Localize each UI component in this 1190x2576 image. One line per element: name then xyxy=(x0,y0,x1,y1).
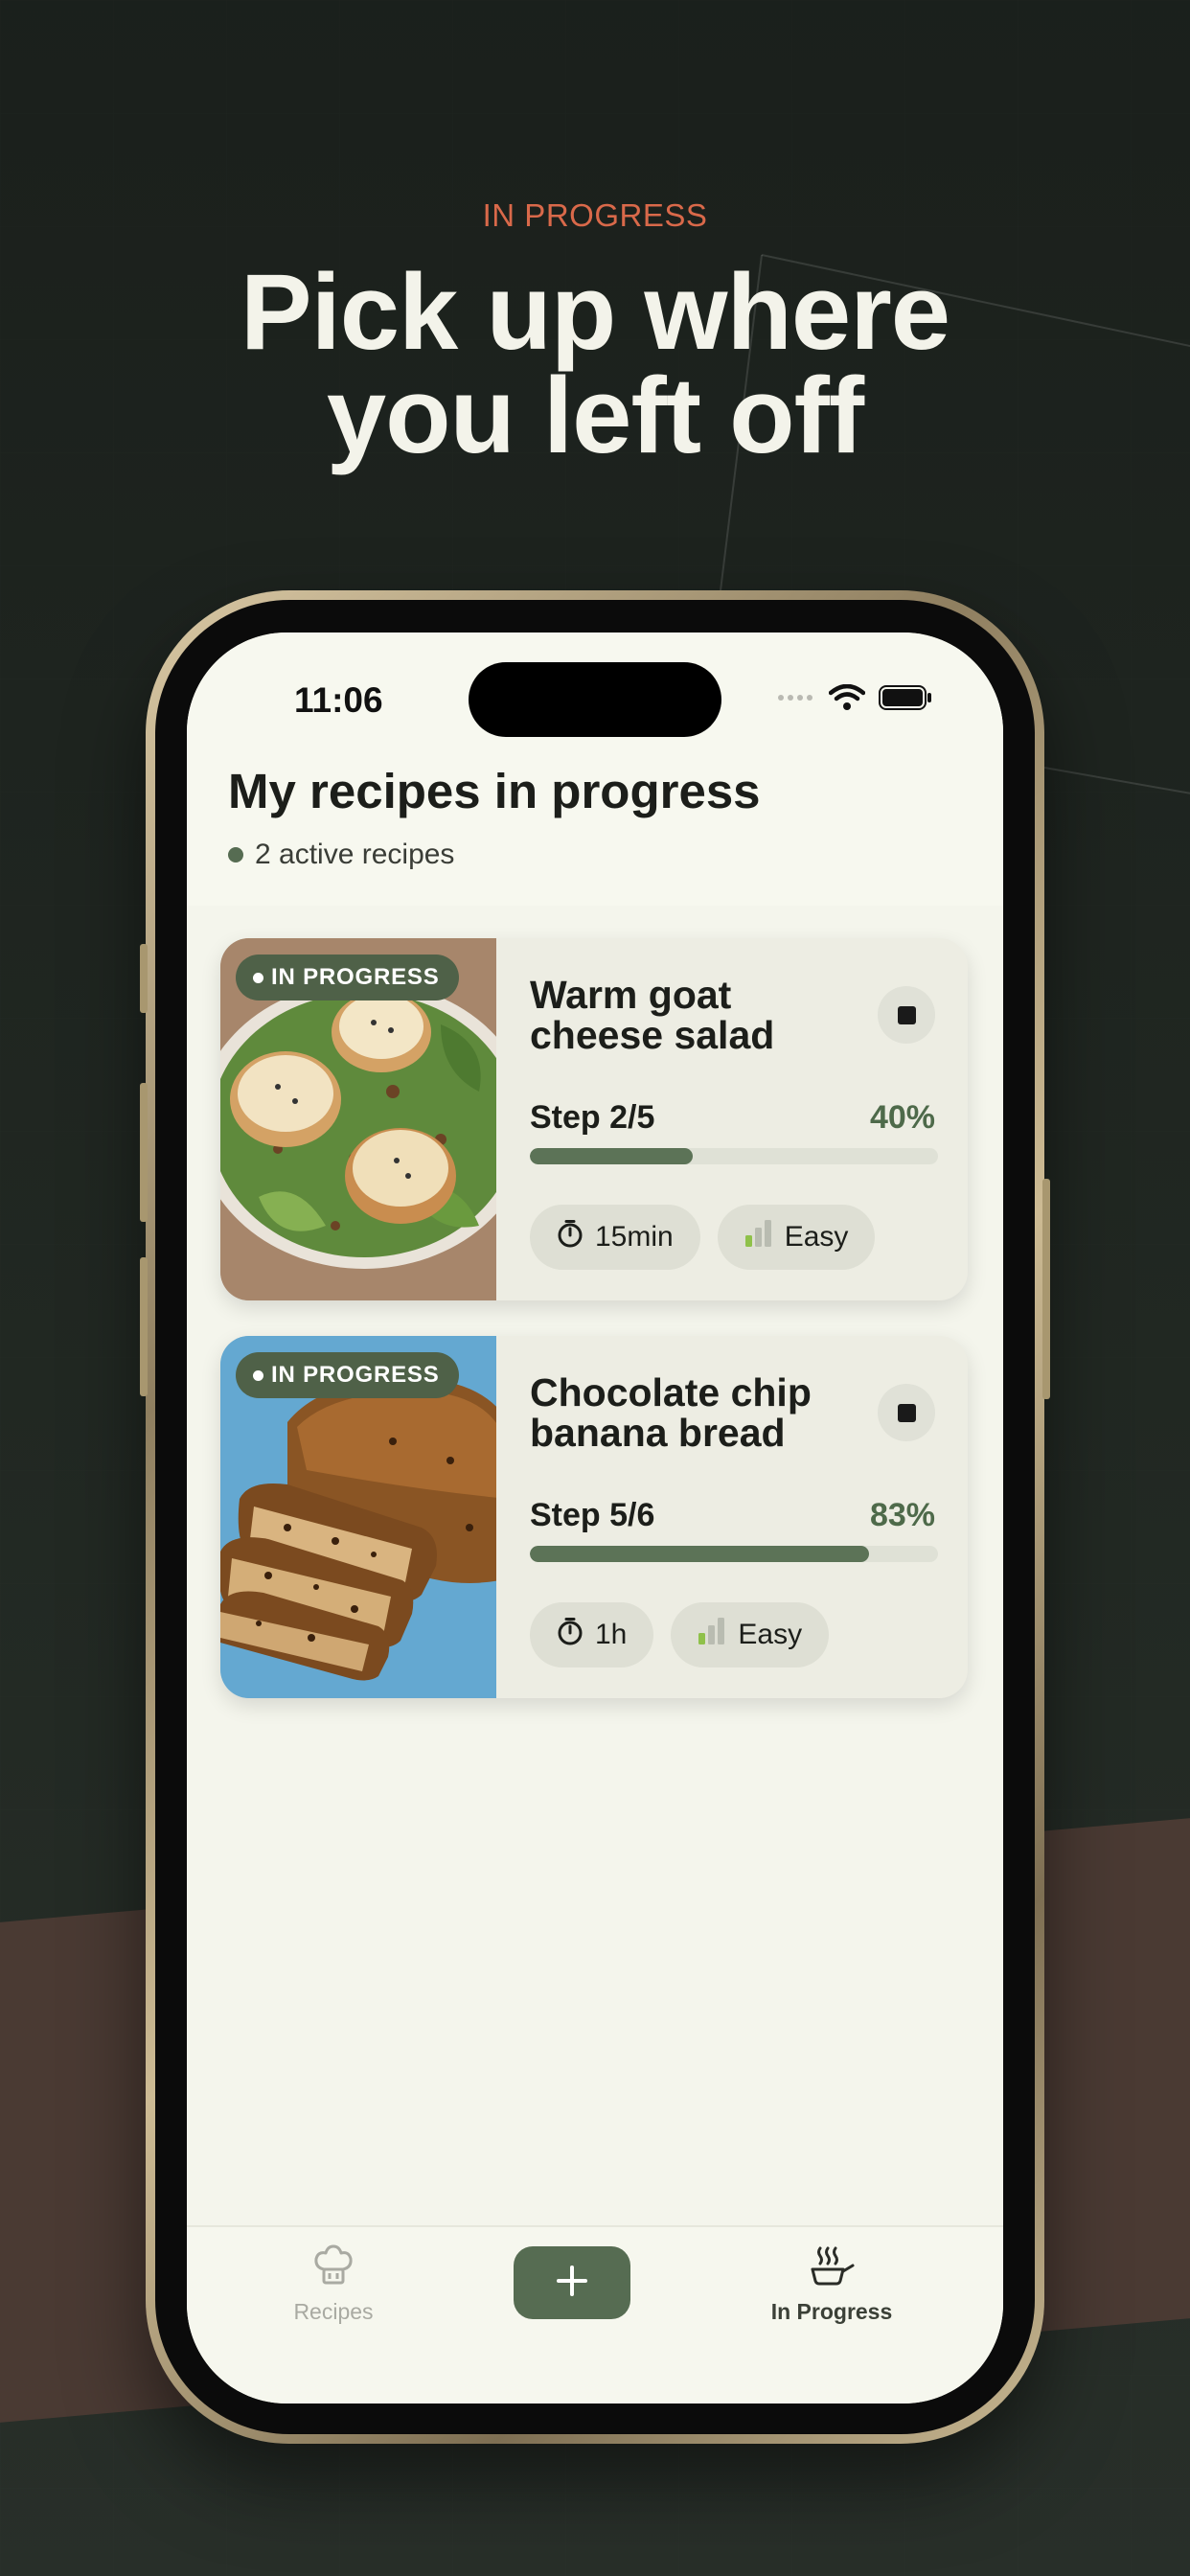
step-label: Step 5/6 xyxy=(530,1497,655,1533)
badge-dot xyxy=(253,972,263,983)
stop-icon xyxy=(897,1005,916,1024)
progress-fill xyxy=(530,1148,694,1164)
difficulty-bars-icon xyxy=(698,1618,726,1652)
time-label: 1h xyxy=(595,1619,628,1650)
recipe-title: Chocolate chip banana bread xyxy=(530,1372,875,1453)
hero-headline: Pick up where you left off xyxy=(0,252,1190,475)
time-chip: 1h xyxy=(530,1602,654,1668)
hero-eyebrow: IN PROGRESS xyxy=(482,197,708,233)
recipe-card[interactable]: IN PROGRESS Warm goat cheese salad Step … xyxy=(220,938,968,1300)
time-label: 15min xyxy=(595,1221,674,1253)
phone-screen: 11:06 My recipes in progress 2 active re… xyxy=(187,632,1003,2404)
plus-icon xyxy=(556,2265,588,2302)
progress-bar xyxy=(530,1546,938,1562)
status-time: 11:06 xyxy=(294,680,383,720)
step-label: Step 2/5 xyxy=(530,1099,655,1136)
difficulty-label: Easy xyxy=(738,1619,803,1650)
recipe-title: Warm goat cheese salad xyxy=(530,975,875,1055)
volume-up-button xyxy=(140,1083,148,1222)
recipe-card[interactable]: IN PROGRESS Chocolate chip banana bread … xyxy=(220,1336,968,1698)
time-chip: 15min xyxy=(530,1205,700,1270)
difficulty-chip: Easy xyxy=(671,1602,830,1668)
active-count: 2 active recipes xyxy=(228,839,454,871)
chef-hat-icon xyxy=(312,2244,355,2291)
badge-dot xyxy=(253,1369,263,1381)
status-badge: IN PROGRESS xyxy=(236,954,459,1000)
difficulty-bars-icon xyxy=(744,1220,773,1254)
progress-fill xyxy=(530,1546,869,1562)
progress-percent: 83% xyxy=(869,1497,935,1533)
recipe-image: IN PROGRESS xyxy=(220,938,496,1300)
tab-in-progress[interactable]: In Progress xyxy=(760,2244,904,2325)
stop-icon xyxy=(897,1403,916,1422)
hero-headline-line2: you left off xyxy=(326,356,864,475)
recipe-title-line1: Warm goat xyxy=(530,973,732,1017)
active-count-text: 2 active recipes xyxy=(255,839,455,870)
stop-button[interactable] xyxy=(878,986,935,1044)
progress-percent: 40% xyxy=(869,1099,935,1136)
tab-in-progress-label: In Progress xyxy=(770,2299,893,2324)
stop-button[interactable] xyxy=(878,1384,935,1441)
difficulty-label: Easy xyxy=(784,1221,849,1253)
recipe-title-line1: Chocolate chip xyxy=(530,1370,812,1414)
battery-icon xyxy=(879,685,932,715)
status-dot xyxy=(228,847,243,862)
recipe-meta: 1h Easy xyxy=(530,1602,830,1668)
recipe-title-line2: cheese salad xyxy=(530,1013,775,1057)
tab-bar: Recipes In Progress xyxy=(187,2225,1003,2404)
status-badge: IN PROGRESS xyxy=(236,1352,459,1398)
power-button xyxy=(1042,1179,1050,1399)
stopwatch-icon xyxy=(557,1219,584,1255)
recipe-title-line2: banana bread xyxy=(530,1411,786,1455)
page-title: My recipes in progress xyxy=(228,764,761,818)
volume-down-button xyxy=(140,1257,148,1396)
difficulty-chip: Easy xyxy=(717,1205,876,1270)
recipe-meta: 15min Easy xyxy=(530,1205,876,1270)
hero-headline-line1: Pick up where xyxy=(240,252,950,372)
badge-label: IN PROGRESS xyxy=(271,964,440,990)
recipe-image: IN PROGRESS xyxy=(220,1336,496,1698)
signal-icon xyxy=(777,691,815,709)
tab-recipes[interactable]: Recipes xyxy=(286,2244,381,2325)
status-icons xyxy=(777,683,932,716)
side-button xyxy=(140,944,148,1013)
progress-bar xyxy=(530,1148,938,1164)
add-recipe-button[interactable] xyxy=(514,2246,630,2319)
badge-label: IN PROGRESS xyxy=(271,1362,440,1388)
stopwatch-icon xyxy=(557,1617,584,1653)
tab-recipes-label: Recipes xyxy=(293,2299,374,2324)
cooking-pan-icon xyxy=(809,2244,855,2291)
dynamic-island xyxy=(469,662,721,737)
wifi-icon xyxy=(828,683,866,716)
